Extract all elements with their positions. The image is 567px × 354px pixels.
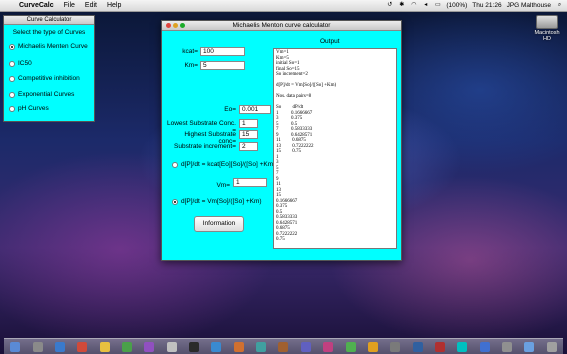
radio-selected-icon[interactable]: [9, 43, 15, 50]
option-ic50[interactable]: IC50: [9, 60, 32, 67]
system-preferences-icon[interactable]: [166, 342, 177, 352]
hard-drive-icon: [536, 15, 558, 29]
hard-drive-desktop-icon[interactable]: Macintosh HD: [531, 15, 563, 42]
option-michaelis-menten[interactable]: Michaelis Menten Curve: [9, 43, 88, 50]
calendar-icon[interactable]: [77, 342, 88, 352]
curve-window-title[interactable]: Curve Calculator: [4, 16, 94, 25]
desktop: CurveCalc File Edit Help ↺ ✱ ◠ ◂ ▭ (100%…: [0, 0, 567, 354]
terminal-icon[interactable]: [189, 342, 200, 352]
eo-label: Eo=: [224, 106, 236, 113]
eq-vm-label: d[P]/dt = Vm[So]/([So] +Km): [181, 198, 262, 205]
app-icon[interactable]: [435, 342, 445, 352]
km-label: Km=: [184, 62, 198, 69]
user-name[interactable]: JPG Malthouse: [507, 2, 551, 9]
finder-icon[interactable]: [10, 342, 21, 352]
menu-extras: ↺ ✱ ◠ ◂ ▭ (100%) Thu 21:26 JPG Malthouse…: [386, 0, 563, 11]
safari-icon[interactable]: [54, 342, 65, 352]
output-label: Output: [320, 38, 340, 45]
hard-drive-label: Macintosh HD: [534, 30, 560, 42]
bluetooth-icon[interactable]: ✱: [398, 2, 405, 9]
radio-icon[interactable]: [9, 105, 15, 112]
option-label: Competitive inhibition: [18, 75, 80, 82]
eq-kcat-label: d[P]/dt = kcat[Eo][So]/([So] +Km): [181, 161, 276, 168]
close-button[interactable]: [166, 23, 171, 28]
vm-label: Vm=: [216, 182, 230, 189]
clock[interactable]: Thu 21:26: [472, 2, 501, 9]
notes-icon[interactable]: [99, 342, 110, 352]
kcat-label: kcat=: [182, 48, 198, 55]
radio-icon[interactable]: [172, 161, 178, 168]
option-label: IC50: [18, 60, 32, 67]
information-button[interactable]: Information: [194, 216, 244, 232]
option-eq-vm[interactable]: d[P]/dt = Vm[So]/([So] +Km): [172, 198, 262, 205]
app-icon[interactable]: [479, 342, 490, 352]
option-exponential-curves[interactable]: Exponential Curves: [9, 91, 74, 98]
app-icon[interactable]: [502, 342, 513, 352]
highest-substrate-input[interactable]: 15: [239, 130, 258, 139]
downloads-stack-icon[interactable]: [524, 342, 535, 352]
menu-app-name[interactable]: CurveCalc: [14, 2, 59, 9]
option-label: Michaelis Menten Curve: [18, 43, 88, 50]
radio-icon[interactable]: [9, 75, 15, 82]
substrate-increment-label: Substrate increment=: [174, 143, 236, 150]
radio-selected-icon[interactable]: [172, 198, 178, 205]
michaelis-menton-window: Michaelis Menton curve calculator Output…: [161, 20, 402, 261]
substrate-increment-input[interactable]: 2: [239, 142, 258, 151]
app-icon[interactable]: [278, 342, 289, 352]
radio-icon[interactable]: [9, 91, 15, 98]
option-label: Exponential Curves: [18, 91, 75, 98]
main-window-titlebar[interactable]: Michaelis Menton curve calculator: [162, 21, 401, 31]
spotlight-search-icon[interactable]: ⌕: [556, 2, 563, 9]
app-icon[interactable]: [300, 342, 311, 352]
kcat-input[interactable]: 100: [200, 47, 245, 56]
option-ph-curves[interactable]: pH Curves: [9, 105, 49, 112]
app-icon[interactable]: [323, 342, 334, 352]
option-label: pH Curves: [18, 105, 49, 112]
km-input[interactable]: 5: [200, 61, 245, 70]
app-icon[interactable]: [256, 342, 267, 352]
curvecalc-app-icon[interactable]: [457, 342, 468, 352]
menu-bar: CurveCalc File Edit Help ↺ ✱ ◠ ◂ ▭ (100%…: [0, 0, 567, 12]
volume-icon[interactable]: ◂: [422, 2, 429, 9]
dock: [4, 338, 563, 354]
vm-input[interactable]: 1: [233, 178, 267, 187]
eo-input[interactable]: 0.001: [239, 105, 271, 114]
app-icon[interactable]: [233, 342, 244, 352]
app-icon[interactable]: [412, 342, 423, 352]
zoom-button[interactable]: [180, 23, 185, 28]
lowest-substrate-input[interactable]: 1: [239, 119, 258, 128]
itunes-icon[interactable]: [144, 342, 155, 352]
app-icon[interactable]: [345, 342, 356, 352]
menu-file[interactable]: File: [59, 2, 80, 9]
curve-select-heading: Select the type of Curves: [12, 29, 86, 36]
app-icon[interactable]: [390, 342, 401, 352]
menu-edit[interactable]: Edit: [80, 2, 102, 9]
battery-icon[interactable]: ▭: [434, 2, 441, 9]
menu-help[interactable]: Help: [102, 2, 126, 9]
minimize-button[interactable]: [173, 23, 178, 28]
wifi-icon[interactable]: ◠: [410, 2, 417, 9]
main-window-title: Michaelis Menton curve calculator: [232, 22, 331, 29]
time-machine-icon[interactable]: ↺: [386, 2, 393, 9]
launchpad-icon[interactable]: [32, 342, 43, 352]
option-eq-kcat[interactable]: d[P]/dt = kcat[Eo][So]/([So] +Km): [172, 161, 275, 168]
trash-icon[interactable]: [546, 342, 557, 352]
option-competitive-inhibition[interactable]: Competitive inhibition: [9, 75, 80, 82]
radio-icon[interactable]: [9, 60, 15, 67]
curve-calculator-window: Curve Calculator Select the type of Curv…: [3, 15, 95, 122]
app-icon[interactable]: [367, 342, 378, 352]
facetime-icon[interactable]: [121, 342, 132, 352]
output-textarea[interactable]: Vm=1 Km=5 initial So=1 final So=15 So in…: [273, 48, 397, 249]
app-store-icon[interactable]: [211, 342, 222, 352]
battery-percent: (100%): [446, 2, 468, 9]
